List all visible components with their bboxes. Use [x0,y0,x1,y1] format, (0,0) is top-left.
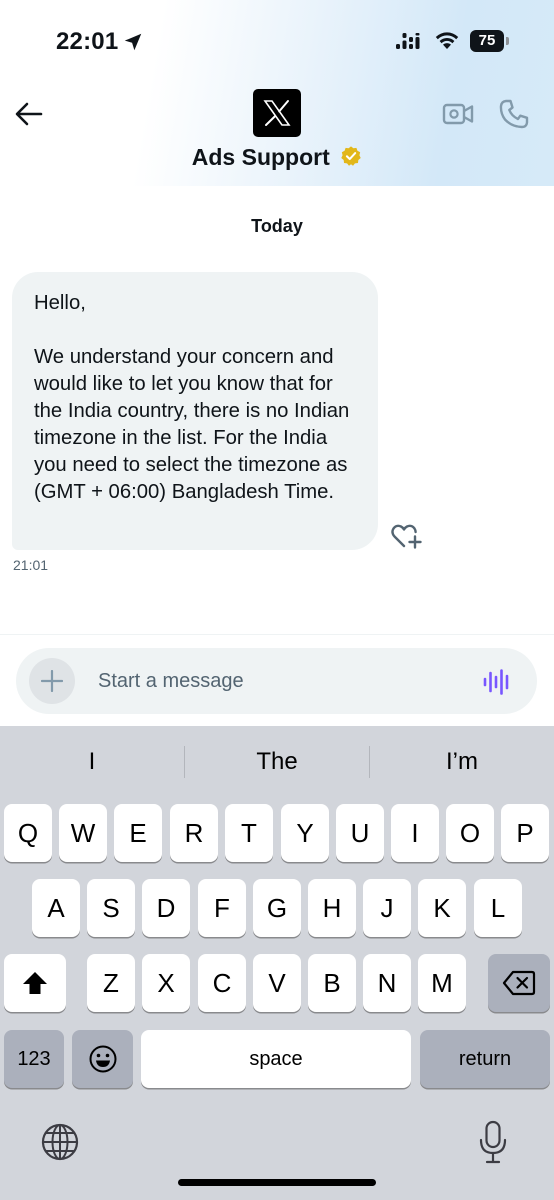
emoji-icon [89,1045,116,1073]
key-z[interactable]: Z [87,954,135,1012]
phone-icon[interactable] [498,98,530,130]
suggestion-1[interactable]: I [0,742,184,782]
key-i[interactable]: I [391,804,439,862]
key-f[interactable]: F [198,879,246,937]
key-u[interactable]: U [336,804,384,862]
predictive-text-bar: I The I’m [0,742,554,782]
page-title[interactable]: Ads Support [192,144,330,171]
key-k[interactable]: K [418,879,466,937]
key-b[interactable]: B [308,954,356,1012]
day-separator: Today [251,216,303,236]
battery-icon: 75 [470,30,510,52]
wifi-icon [435,32,459,49]
key-x[interactable]: X [142,954,190,1012]
numbers-key[interactable]: 123 [4,1030,64,1088]
signal-icon [396,33,420,49]
shift-key[interactable] [4,954,66,1012]
composer-divider [0,634,554,635]
suggestion-2[interactable]: The [185,742,369,782]
key-t[interactable]: T [225,804,273,862]
backspace-icon [502,970,536,996]
key-r[interactable]: R [170,804,218,862]
key-h[interactable]: H [308,879,356,937]
key-c[interactable]: C [198,954,246,1012]
key-p[interactable]: P [501,804,549,862]
emoji-key[interactable] [72,1030,133,1088]
suggestion-3[interactable]: I’m [370,742,554,782]
battery-level: 75 [478,32,496,49]
received-message-bubble[interactable]: Hello, We understand your concern and wo… [12,272,378,550]
video-call-icon[interactable] [442,100,474,128]
key-l[interactable]: L [474,879,522,937]
key-w[interactable]: W [59,804,107,862]
key-n[interactable]: N [363,954,411,1012]
microphone-icon[interactable] [478,1120,508,1166]
title-row: Ads Support [0,144,554,171]
key-a[interactable]: A [32,879,80,937]
conversation-header: 22:01 75 Ads Support [0,0,554,186]
key-m[interactable]: M [418,954,466,1012]
x-logo-icon[interactable] [253,89,301,137]
key-e[interactable]: E [114,804,162,862]
globe-icon[interactable] [40,1122,80,1162]
key-g[interactable]: G [253,879,301,937]
status-bar: 22:01 75 [0,0,554,84]
key-j[interactable]: J [363,879,411,937]
location-arrow-icon [124,33,142,51]
add-media-button[interactable] [29,658,75,704]
return-key[interactable]: return [420,1030,550,1088]
key-y[interactable]: Y [281,804,329,862]
voice-wave-icon[interactable] [482,668,512,696]
back-arrow-icon[interactable] [14,100,44,128]
key-v[interactable]: V [253,954,301,1012]
verified-badge-icon [341,146,361,166]
space-key[interactable]: space [141,1030,411,1088]
add-reaction-icon[interactable] [390,520,424,550]
key-s[interactable]: S [87,879,135,937]
message-composer [16,648,537,714]
key-q[interactable]: Q [4,804,52,862]
message-input[interactable] [98,666,458,696]
backspace-key[interactable] [488,954,550,1012]
key-o[interactable]: O [446,804,494,862]
status-time: 22:01 [56,28,119,55]
shift-icon [23,972,47,994]
message-timestamp: 21:01 [13,557,49,573]
plus-icon [41,670,63,692]
home-indicator[interactable] [178,1179,376,1186]
key-d[interactable]: D [142,879,190,937]
